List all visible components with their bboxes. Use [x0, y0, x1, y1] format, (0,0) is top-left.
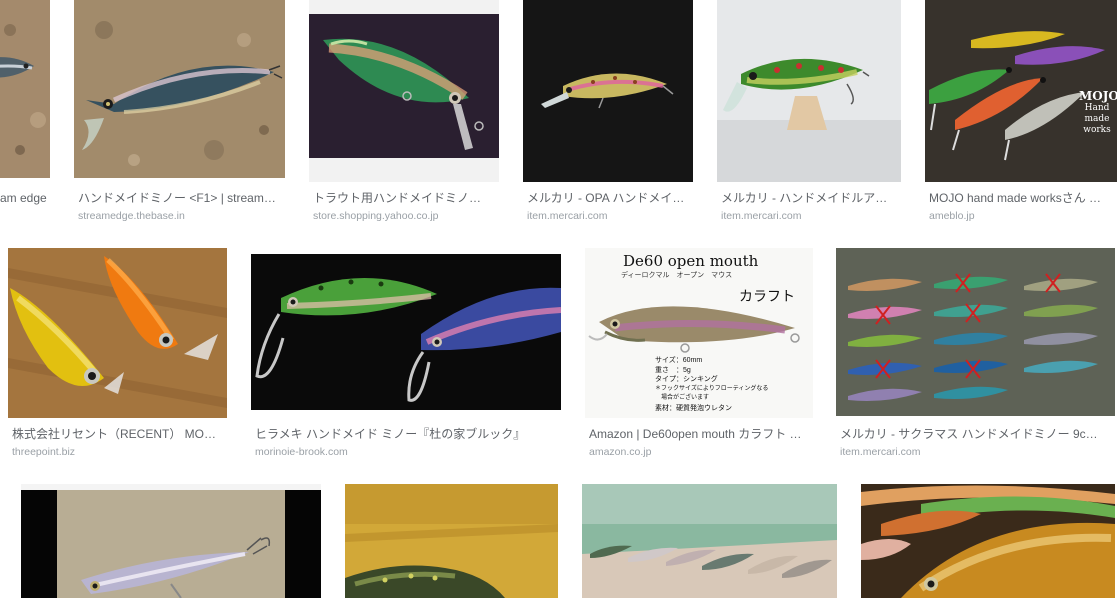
result-source[interactable]: streamedge.thebase.in [78, 209, 284, 223]
image-result-11[interactable] [21, 484, 323, 598]
result-thumbnail[interactable] [836, 248, 1115, 416]
result-source[interactable]: ameblo.jp [929, 209, 1115, 223]
image-result-14[interactable] [861, 484, 1120, 598]
result-thumbnail[interactable]: MOJO Hand made works [925, 0, 1117, 182]
result-thumbnail[interactable] [8, 248, 227, 418]
image-spec-line: ＊フックサイズによりフローティングなる [655, 385, 769, 392]
result-thumbnail[interactable]: De60 open mouth ディーロクマル オープン マウス カラフト サイ… [585, 248, 813, 418]
result-thumbnail[interactable] [345, 484, 558, 598]
result-source[interactable]: store.shopping.yahoo.co.jp [313, 209, 497, 223]
brand-watermark-overlay: MOJO Hand made works [1079, 89, 1117, 136]
result-thumbnail[interactable] [523, 0, 693, 182]
image-heading-text: De60 open mouth [623, 252, 759, 270]
result-title[interactable]: メルカリ - ハンドメイドルア… [721, 190, 899, 206]
result-source[interactable]: item.mercari.com [527, 209, 691, 223]
image-result-13[interactable] [582, 484, 839, 598]
image-result-8[interactable]: ヒラメキ ハンドメイド ミノー『杜の家ブルック』 morinoie-brook.… [251, 248, 563, 463]
result-thumbnail[interactable] [0, 0, 50, 178]
result-source[interactable]: item.mercari.com [840, 445, 1106, 459]
result-source[interactable]: amazon.co.jp [589, 445, 811, 459]
result-thumbnail[interactable] [861, 484, 1115, 598]
image-result-6[interactable]: MOJO Hand made works MOJO hand made worksさ… [925, 0, 1120, 230]
image-spec-line: サイズ：60mm [655, 357, 703, 364]
image-result-7[interactable]: 株式会社リセント（RECENT） MO… threepoint.biz [8, 248, 230, 463]
image-result-9[interactable]: De60 open mouth ディーロクマル オープン マウス カラフト サイ… [585, 248, 815, 463]
image-spec-list: サイズ：60mm 重さ ：5g タイプ：シンキング ＊フックサイズによりフローテ… [655, 356, 768, 413]
image-spec-line: 場合がございます [655, 395, 710, 401]
result-title[interactable]: MOJO hand made worksさん … [929, 190, 1115, 206]
image-result-3[interactable]: トラウト用ハンドメイドミノ… store.shopping.yahoo.co.j… [309, 0, 501, 230]
result-title[interactable]: メルカリ - OPA ハンドメイ… [527, 190, 691, 206]
result-title[interactable]: トラウト用ハンドメイドミノ… [313, 190, 497, 206]
result-thumbnail[interactable] [309, 0, 499, 182]
image-result-1[interactable]: am edge [0, 0, 52, 230]
result-thumbnail[interactable] [717, 0, 901, 182]
image-spec-line: タイプ：シンキング [655, 376, 718, 383]
result-thumbnail[interactable] [582, 484, 837, 598]
result-title[interactable]: ハンドメイドミノー <F1> | stream… [78, 190, 284, 206]
image-spec-line: 素材：硬質発泡ウレタン [655, 404, 732, 412]
image-subheading-text: ディーロクマル オープン マウス [621, 272, 733, 279]
image-result-10[interactable]: メルカリ - サクラマス ハンドメイドミノー 9c… item.mercari.… [836, 248, 1120, 463]
image-result-5[interactable]: メルカリ - ハンドメイドルア… item.mercari.com [717, 0, 903, 230]
result-title[interactable]: ヒラメキ ハンドメイド ミノー『杜の家ブルック』 [255, 426, 559, 442]
image-result-4[interactable]: メルカリ - OPA ハンドメイ… item.mercari.com [523, 0, 695, 230]
result-thumbnail[interactable] [74, 0, 285, 178]
result-title[interactable]: メルカリ - サクラマス ハンドメイドミノー 9c… [840, 426, 1106, 442]
image-color-name-text: カラフト [739, 288, 795, 304]
result-source[interactable]: item.mercari.com [721, 209, 899, 223]
result-title[interactable]: Amazon | De60open mouth カラフト … [589, 426, 811, 442]
result-title[interactable]: am edge [0, 190, 50, 206]
result-thumbnail[interactable] [21, 484, 321, 598]
image-result-12[interactable] [345, 484, 560, 598]
image-spec-line: 重さ ：5g [655, 366, 691, 374]
result-thumbnail[interactable] [251, 254, 561, 410]
result-title[interactable]: 株式会社リセント（RECENT） MO… [12, 426, 226, 442]
result-source[interactable]: morinoie-brook.com [255, 445, 559, 459]
result-source[interactable]: threepoint.biz [12, 445, 226, 459]
image-result-2[interactable]: ハンドメイドミノー <F1> | stream… streamedge.theb… [74, 0, 286, 230]
